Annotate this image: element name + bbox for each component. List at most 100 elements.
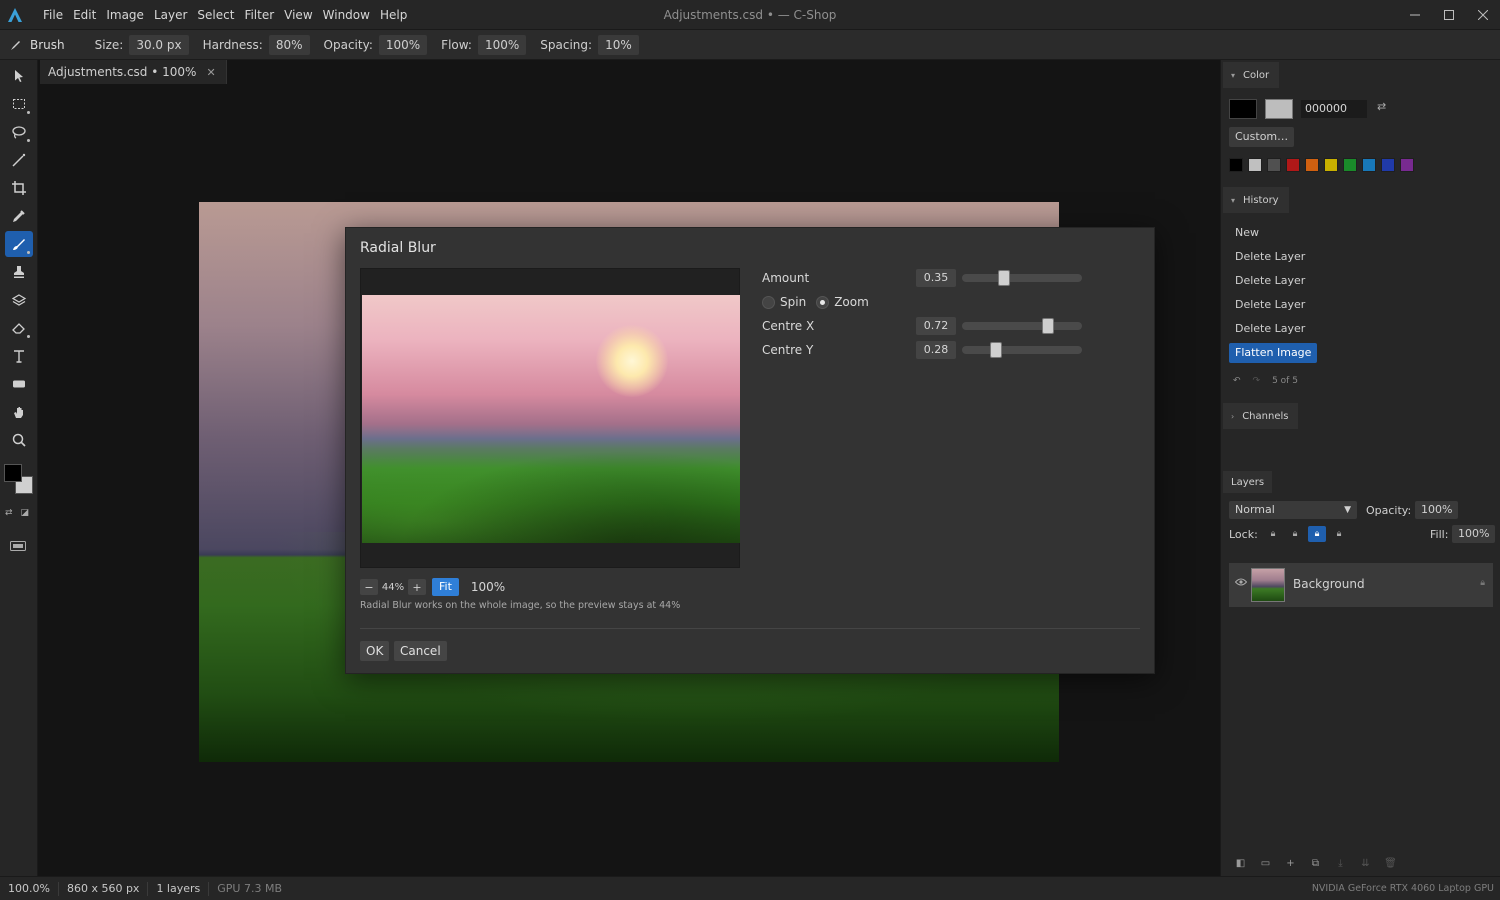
hex-input[interactable]: 000000 — [1301, 100, 1367, 118]
swap-colors-icon[interactable]: ⇄ — [5, 508, 13, 518]
undo-icon[interactable]: ↶ — [1233, 376, 1241, 386]
brush-icon[interactable] — [5, 231, 33, 257]
history-item[interactable]: Delete Layer — [1229, 295, 1311, 315]
marquee-icon[interactable] — [5, 91, 33, 117]
fill-field[interactable]: 100% — [1452, 525, 1496, 543]
visibility-eye-icon[interactable] — [1234, 578, 1248, 590]
add-mask-icon[interactable]: ◧ — [1233, 856, 1248, 870]
zoom-radio[interactable] — [816, 295, 830, 309]
history-item[interactable]: Delete Layer — [1229, 271, 1311, 291]
document-tab[interactable]: Adjustments.csd • 100% ✕ — [40, 60, 227, 84]
lock-position-icon[interactable]: 🔒︎ — [1308, 526, 1326, 542]
palette-swatch[interactable] — [1362, 158, 1376, 172]
flow-field[interactable]: 100% — [477, 34, 527, 55]
blend-mode-select[interactable]: Normal ▼ — [1229, 501, 1357, 519]
spacing-field[interactable]: 10% — [598, 34, 639, 55]
opacity-field[interactable]: 100% — [378, 34, 428, 55]
palette-swatch[interactable] — [1324, 158, 1338, 172]
spin-radio[interactable] — [762, 295, 775, 309]
eraser-icon[interactable] — [5, 315, 33, 341]
layers-icon[interactable] — [5, 287, 33, 313]
type-icon[interactable] — [5, 343, 33, 369]
move-icon[interactable] — [5, 63, 33, 89]
lock-all-icon[interactable]: 🔒︎ — [1330, 526, 1348, 542]
zoom-in-button[interactable]: + — [408, 579, 426, 595]
menu-window[interactable]: Window — [318, 0, 375, 30]
amount-slider-thumb[interactable] — [998, 270, 1010, 286]
swap-icon[interactable]: ⇄ — [1377, 100, 1386, 113]
zoom-out-button[interactable]: − — [360, 579, 378, 595]
centre-x-field[interactable]: 0.72 — [916, 317, 956, 335]
foreground-color-swatch[interactable] — [4, 464, 22, 482]
layer-opacity-field[interactable]: 100% — [1415, 501, 1459, 519]
layers-panel-tab[interactable]: Layers — [1223, 471, 1273, 493]
palette-swatch[interactable] — [1248, 158, 1262, 172]
menu-file[interactable]: File — [38, 0, 68, 30]
centre-y-field[interactable]: 0.28 — [916, 341, 956, 359]
menu-view[interactable]: View — [279, 0, 317, 30]
palette-swatch[interactable] — [1381, 158, 1395, 172]
cancel-button[interactable]: Cancel — [394, 641, 447, 661]
menu-filter[interactable]: Filter — [239, 0, 279, 30]
palette-swatch[interactable] — [1229, 158, 1243, 172]
hand-icon[interactable] — [5, 399, 33, 425]
merge-down-icon[interactable]: ⤓ — [1333, 856, 1348, 870]
centre-x-slider-thumb[interactable] — [1042, 318, 1055, 334]
minimize-icon[interactable] — [1398, 0, 1432, 30]
zoom-icon[interactable] — [5, 427, 33, 453]
flatten-icon[interactable]: ⇊ — [1358, 856, 1373, 870]
stamp-icon[interactable] — [5, 259, 33, 285]
menu-image[interactable]: Image — [101, 0, 149, 30]
channels-panel-title: Channels — [1242, 410, 1289, 422]
preview-frame[interactable] — [360, 268, 740, 568]
palette-swatch[interactable] — [1343, 158, 1357, 172]
default-colors-icon[interactable]: ◪ — [21, 508, 30, 518]
quick-mask-icon[interactable] — [10, 540, 26, 555]
ok-button[interactable]: OK — [360, 641, 390, 661]
size-field[interactable]: 30.0 px — [129, 34, 189, 55]
duplicate-layer-icon[interactable]: ⧉ — [1308, 856, 1323, 870]
delete-layer-icon[interactable]: 🗑︎ — [1383, 856, 1398, 870]
lock-pixels-icon[interactable]: 🔒︎ — [1286, 526, 1304, 542]
crop-icon[interactable] — [5, 175, 33, 201]
centre-x-slider[interactable] — [962, 318, 1082, 334]
palette-swatch[interactable] — [1286, 158, 1300, 172]
foreground-swatch[interactable] — [1229, 99, 1257, 119]
new-layer-icon[interactable]: + — [1283, 856, 1298, 870]
close-icon[interactable] — [1466, 0, 1500, 30]
menu-help[interactable]: Help — [375, 0, 412, 30]
history-item-selected[interactable]: Flatten Image — [1229, 343, 1318, 363]
channels-panel-tab[interactable]: › Channels — [1223, 403, 1299, 429]
close-tab-icon[interactable]: ✕ — [206, 66, 215, 79]
fit-button[interactable]: Fit — [432, 578, 459, 596]
amount-slider[interactable] — [962, 270, 1082, 286]
lock-transparency-icon[interactable]: 🔒︎ — [1264, 526, 1282, 542]
preview-zoom-value: 44% — [381, 581, 405, 593]
shape-icon[interactable] — [5, 371, 33, 397]
history-item[interactable]: Delete Layer — [1229, 247, 1311, 267]
centre-y-slider[interactable] — [962, 342, 1082, 358]
palette-swatch[interactable] — [1400, 158, 1414, 172]
lasso-icon[interactable] — [5, 119, 33, 145]
menu-layer[interactable]: Layer — [149, 0, 192, 30]
magic-wand-icon[interactable] — [5, 147, 33, 173]
redo-icon[interactable]: ↷ — [1253, 376, 1261, 386]
layer-row-background[interactable]: Background 🔒︎ — [1229, 563, 1493, 607]
new-group-icon[interactable]: ▭ — [1258, 856, 1273, 870]
palette-swatch[interactable] — [1267, 158, 1281, 172]
history-panel-tab[interactable]: ▾ History — [1223, 187, 1289, 213]
maximize-icon[interactable] — [1432, 0, 1466, 30]
menu-edit[interactable]: Edit — [68, 0, 101, 30]
amount-field[interactable]: 0.35 — [916, 269, 956, 287]
history-item[interactable]: New — [1229, 223, 1265, 243]
background-swatch[interactable] — [1265, 99, 1293, 119]
centre-y-slider-thumb[interactable] — [989, 342, 1002, 358]
menu-select[interactable]: Select — [192, 0, 239, 30]
custom-color-button[interactable]: Custom… — [1229, 127, 1295, 147]
zoom-100-button[interactable]: 100% — [471, 580, 505, 594]
hardness-field[interactable]: 80% — [268, 34, 310, 55]
palette-swatch[interactable] — [1305, 158, 1319, 172]
color-panel-tab[interactable]: ▾ Color — [1223, 62, 1280, 88]
history-item[interactable]: Delete Layer — [1229, 319, 1311, 339]
eyedropper-icon[interactable] — [5, 203, 33, 229]
